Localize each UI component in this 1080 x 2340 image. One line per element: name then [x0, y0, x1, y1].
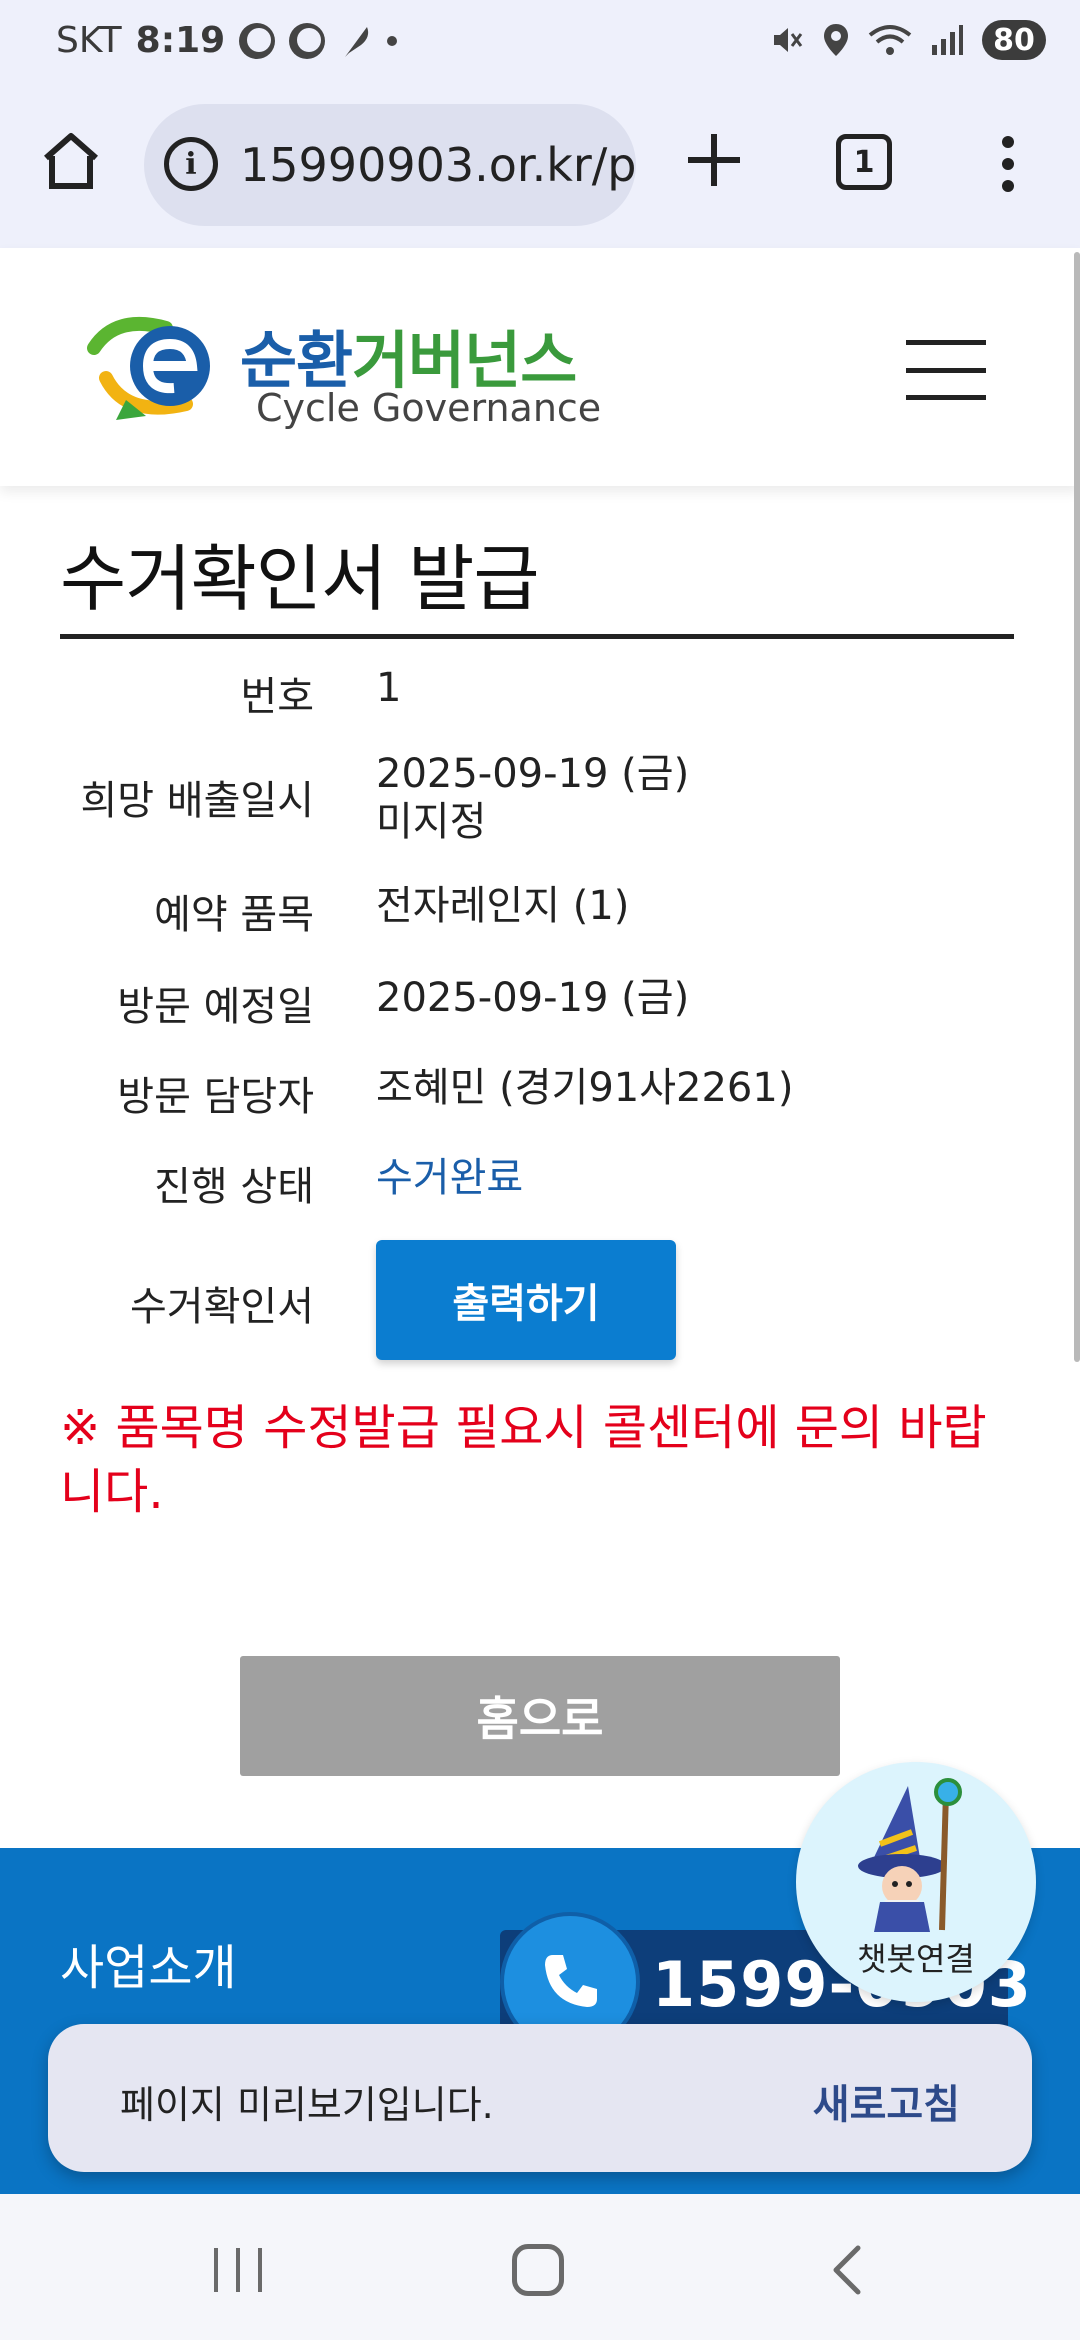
address-bar[interactable]: i 15990903.or.kr/p [144, 104, 636, 226]
home-icon[interactable] [40, 130, 102, 192]
status-bar: SKT 8:19 80 [0, 0, 1080, 90]
feather-icon [345, 26, 369, 57]
logo-e-mark-icon [87, 316, 210, 420]
logo-english-text: Cycle Governance [256, 386, 602, 430]
page-scrollbar[interactable] [1074, 252, 1080, 1362]
info-value: 2025-09-19 (금) [376, 975, 690, 1021]
url-text[interactable]: 15990903.or.kr/p [240, 138, 636, 192]
signal-icon [932, 25, 963, 55]
location-icon [824, 24, 848, 56]
status-left: SKT 8:19 [56, 20, 398, 61]
info-label: 수거확인서 [130, 1284, 314, 1330]
status-right: 80 [770, 20, 1046, 60]
mute-icon [774, 28, 803, 52]
do-not-disturb-icon [239, 22, 276, 59]
chatbot-label: 챗봇연결 [857, 1940, 975, 1978]
new-tab-icon[interactable] [682, 128, 746, 192]
system-nav-bar [0, 2194, 1080, 2340]
go-home-button[interactable]: 홈으로 [240, 1656, 840, 1776]
print-button[interactable]: 출력하기 [376, 1240, 676, 1360]
page-title: 수거확인서 발급 [60, 537, 540, 621]
info-value: 조혜민 (경기91사2261) [376, 1065, 794, 1111]
notice-text: ※ 품목명 수정발급 필요시 콜센터에 문의 바랍니다. [60, 1400, 987, 1520]
info-label: 진행 상태 [154, 1164, 314, 1210]
info-label: 방문 담당자 [117, 1074, 314, 1120]
info-value: 1 [376, 665, 402, 711]
back-icon[interactable] [822, 2244, 874, 2296]
site-logo[interactable]: 순환거버넌스 Cycle Governance [86, 308, 606, 438]
wizard-mascot-icon [858, 1778, 962, 1932]
info-value-secondary: 미지정 [376, 799, 487, 845]
info-label: 방문 예정일 [117, 984, 314, 1030]
info-value: 전자레인지 (1) [376, 883, 630, 929]
carrier-label: SKT [56, 20, 122, 61]
refresh-button[interactable]: 새로고침 [813, 2072, 960, 2130]
chatbot-button[interactable]: 챗봇연결 [796, 1762, 1036, 2002]
info-label: 예약 품목 [154, 892, 314, 938]
status-value: 수거완료 [376, 1155, 524, 1201]
info-label: 번호 [240, 674, 314, 720]
nav-home-icon[interactable] [512, 2244, 564, 2296]
site-header: 순환거버넌스 Cycle Governance [0, 248, 1080, 486]
hamburger-menu-icon[interactable] [906, 340, 986, 400]
footer-title[interactable]: 사업소개 [60, 1928, 237, 1998]
title-divider [60, 634, 1014, 639]
tab-switcher-button[interactable]: 1 [836, 134, 892, 190]
preview-toast: 페이지 미리보기입니다. 새로고침 [48, 2024, 1032, 2172]
sleep-mode-icon [289, 22, 326, 59]
toast-message: 페이지 미리보기입니다. [120, 2083, 494, 2127]
clock: 8:19 [135, 20, 226, 61]
wifi-icon [868, 25, 912, 55]
notification-dot-icon [387, 35, 398, 46]
info-value: 2025-09-19 (금) [376, 751, 690, 797]
info-label: 희망 배출일시 [80, 778, 314, 824]
site-info-icon[interactable]: i [164, 137, 218, 191]
browser-toolbar: i 15990903.or.kr/p 1 [0, 90, 1080, 248]
battery-indicator: 80 [982, 20, 1046, 60]
recent-apps-icon[interactable] [214, 2248, 262, 2292]
browser-menu-icon[interactable] [1000, 136, 1016, 192]
